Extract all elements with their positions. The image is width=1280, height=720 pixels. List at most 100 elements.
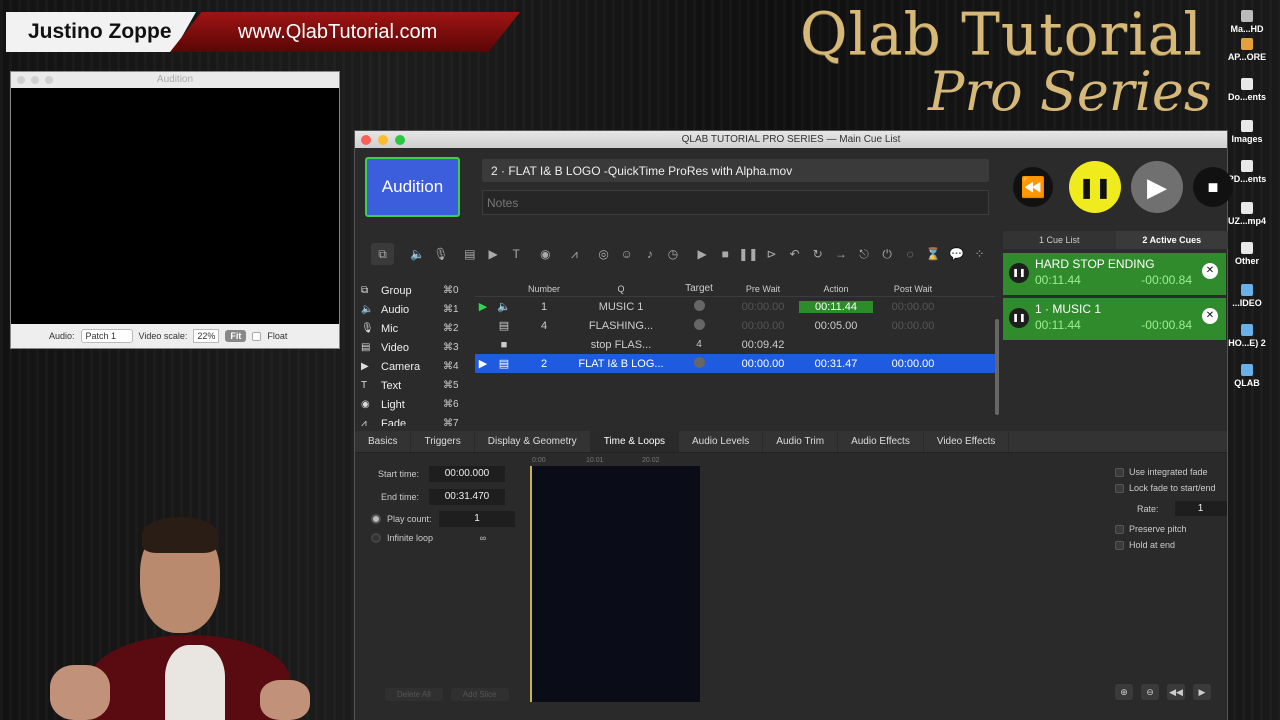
audio-patch-select[interactable]: Patch 1 xyxy=(80,329,133,343)
tab-triggers[interactable]: Triggers xyxy=(411,431,475,452)
preserve-pitch-option[interactable]: Preserve pitch xyxy=(1115,521,1227,537)
infinite-loop-radio[interactable] xyxy=(371,533,381,543)
palette-item-light[interactable]: ◉ Light ⌘6 xyxy=(355,395,467,414)
add-slice-button[interactable]: Add Slice xyxy=(450,688,509,701)
start-time-field[interactable]: 00:00.000 xyxy=(429,466,505,482)
stop-button[interactable]: ■ xyxy=(1193,167,1233,207)
goto-tool-button[interactable]: → xyxy=(829,243,852,265)
devamp-tool-button[interactable]: ↻ xyxy=(806,243,829,265)
palette-item-audio[interactable]: 🔈 Audio ⌘1 xyxy=(355,300,467,319)
go-button[interactable]: ▶ xyxy=(1131,161,1183,213)
header-action[interactable]: Action xyxy=(799,284,873,294)
close-window-button[interactable] xyxy=(17,76,25,84)
disarm-tool-button[interactable]: ◌ xyxy=(899,243,922,265)
stop-cue-button[interactable]: ✕ xyxy=(1202,308,1218,324)
zoom-window-button[interactable] xyxy=(395,135,405,145)
lock-fade-checkbox[interactable] xyxy=(1115,483,1124,493)
pause-button[interactable]: ❚❚ xyxy=(1069,161,1121,213)
end-time-field[interactable]: 00:31.470 xyxy=(429,489,505,505)
timecode-tool-button[interactable]: ◷ xyxy=(661,243,684,265)
tab-time-loops[interactable]: Time & Loops xyxy=(590,431,680,452)
pause-cue-button[interactable]: ❚❚ xyxy=(1009,308,1029,328)
header-pre-wait[interactable]: Pre Wait xyxy=(727,284,799,294)
stop-cue-button[interactable]: ✕ xyxy=(1202,263,1218,279)
cue-row[interactable]: ■ stop FLAS... 4 00:09.42 xyxy=(475,335,995,354)
palette-item-camera[interactable]: ▶ Camera ⌘4 xyxy=(355,357,467,376)
camera-tool-button[interactable]: ▶ xyxy=(482,243,505,265)
palette-item-video[interactable]: ▤ Video ⌘3 xyxy=(355,338,467,357)
start-tool-button[interactable]: ▶ xyxy=(691,243,714,265)
tab-cue-lists[interactable]: 1 Cue List xyxy=(1003,231,1116,249)
rewind-preview-button[interactable]: ◀◀ xyxy=(1167,684,1185,700)
cue-row[interactable]: ▶ 🔈 1 MUSIC 1 00:00.00 00:11.44 00:00.00 xyxy=(475,297,995,316)
cue-name-field[interactable]: 2 · FLAT I& B LOGO -QuickTime ProRes wit… xyxy=(482,159,989,182)
rewind-button[interactable]: ⏪ xyxy=(1013,167,1053,207)
play-count-radio[interactable] xyxy=(371,514,381,524)
video-scale-input[interactable]: 22% xyxy=(193,329,220,343)
cue-row[interactable]: ▤ 4 FLASHING... 00:00.00 00:05.00 00:00.… xyxy=(475,316,995,335)
cue-row-selected[interactable]: ▶ ▤ 2 FLAT I& B LOG... 00:00.00 00:31.47… xyxy=(475,354,995,373)
close-window-button[interactable] xyxy=(361,135,371,145)
desktop-icon-item[interactable]: Ma...HD xyxy=(1218,10,1276,34)
preserve-pitch-checkbox[interactable] xyxy=(1115,524,1124,534)
zoom-out-button[interactable]: ⊖ xyxy=(1141,684,1159,700)
palette-item-group[interactable]: ⧉ Group ⌘0 xyxy=(355,281,467,300)
network-tool-button[interactable]: ◎ xyxy=(592,243,615,265)
play-preview-button[interactable]: ▶ xyxy=(1193,684,1211,700)
float-checkbox[interactable] xyxy=(252,331,262,341)
palette-item-fade[interactable]: ⩘ Fade ⌘7 xyxy=(355,414,467,427)
fit-button[interactable]: Fit xyxy=(225,330,247,342)
video-tool-button[interactable]: ▤ xyxy=(458,243,481,265)
desktop-icon-item[interactable]: Do...ents xyxy=(1218,78,1276,102)
active-cue-item[interactable]: ❚❚ HARD STOP ENDING 00:11.44 -00:00.84 ✕ xyxy=(1003,253,1226,295)
stop-tool-button[interactable]: ■ xyxy=(714,243,737,265)
palette-item-mic[interactable]: 🎙 Mic ⌘2 xyxy=(355,319,467,338)
zoom-window-button[interactable] xyxy=(45,76,53,84)
tab-audio-trim[interactable]: Audio Trim xyxy=(763,431,839,452)
fade-tool-button[interactable]: ⩘ xyxy=(563,243,586,265)
tab-video-effects[interactable]: Video Effects xyxy=(924,431,1010,452)
tab-audio-levels[interactable]: Audio Levels xyxy=(679,431,764,452)
lock-fade-option[interactable]: Lock fade to start/end xyxy=(1115,480,1227,496)
cue-list-scrollbar[interactable] xyxy=(995,319,999,415)
waveform-timeline[interactable] xyxy=(530,466,700,702)
group-tool-button[interactable]: ⧉ xyxy=(371,243,395,265)
wait-tool-button[interactable]: ⌛ xyxy=(922,243,945,265)
hold-at-end-option[interactable]: Hold at end xyxy=(1115,537,1227,553)
palette-item-text[interactable]: T Text ⌘5 xyxy=(355,376,467,395)
header-q[interactable]: Q xyxy=(571,284,671,294)
load-tool-button[interactable]: ⊳ xyxy=(760,243,783,265)
header-number[interactable]: Number xyxy=(517,284,571,294)
delete-all-button[interactable]: Delete All xyxy=(385,688,443,701)
header-target[interactable]: Target xyxy=(671,283,727,294)
arm-tool-button[interactable]: ⏻ xyxy=(876,243,899,265)
target-tool-button[interactable]: ⎋ xyxy=(852,243,875,265)
header-post-wait[interactable]: Post Wait xyxy=(873,284,953,294)
light-tool-button[interactable]: ◉ xyxy=(534,243,557,265)
tab-audio-effects[interactable]: Audio Effects xyxy=(838,431,924,452)
tab-display-geometry[interactable]: Display & Geometry xyxy=(475,431,591,452)
music-tool-button[interactable]: ♪ xyxy=(638,243,661,265)
notes-field[interactable]: Notes xyxy=(482,190,989,215)
active-cue-item[interactable]: ❚❚ 1 · MUSIC 1 00:11.44 -00:00.84 ✕ xyxy=(1003,298,1226,340)
text-tool-button[interactable]: T xyxy=(505,243,528,265)
reset-tool-button[interactable]: ↶ xyxy=(783,243,806,265)
midi-tool-button[interactable]: ☺ xyxy=(615,243,638,265)
pause-tool-button[interactable]: ❚❚ xyxy=(737,243,760,265)
rate-field[interactable]: 1 xyxy=(1174,501,1227,516)
audio-tool-button[interactable]: 🔈 xyxy=(406,243,429,265)
minimize-window-button[interactable] xyxy=(31,76,39,84)
memo-tool-button[interactable]: 💬 xyxy=(945,243,968,265)
tab-active-cues[interactable]: 2 Active Cues xyxy=(1115,231,1228,249)
tab-basics[interactable]: Basics xyxy=(355,431,412,452)
zoom-in-button[interactable]: ⊕ xyxy=(1115,684,1133,700)
integrated-fade-checkbox[interactable] xyxy=(1115,467,1124,477)
play-count-field[interactable]: 1 xyxy=(439,511,515,527)
hold-at-end-checkbox[interactable] xyxy=(1115,540,1124,550)
audition-button[interactable]: Audition xyxy=(365,157,460,217)
pause-cue-button[interactable]: ❚❚ xyxy=(1009,263,1029,283)
integrated-fade-option[interactable]: Use integrated fade xyxy=(1115,464,1227,480)
minimize-window-button[interactable] xyxy=(378,135,388,145)
mic-tool-button[interactable]: 🎙 xyxy=(429,243,452,265)
desktop-icon-item[interactable]: AP...ORE xyxy=(1218,38,1276,62)
